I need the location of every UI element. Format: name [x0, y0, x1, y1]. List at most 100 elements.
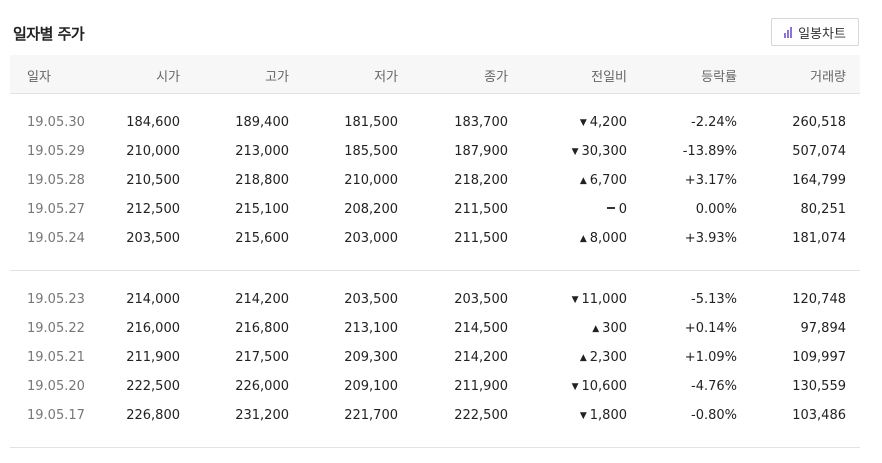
table-row: 19.05.22 216,000 216,800 213,100 214,500 ▲ 300…: [10, 315, 860, 344]
cell-low: 210,000: [344, 173, 398, 188]
cell-open: 216,000: [126, 321, 180, 336]
cell-rate: -5.13%: [691, 292, 737, 307]
table-row: 19.05.28 210,500 218,800 210,000 218,200 ▲ 6,7…: [10, 167, 860, 196]
cell-rate: -13.89%: [682, 144, 737, 159]
header-rate: 등락률: [701, 70, 737, 85]
cell-volume: 130,559: [792, 379, 846, 394]
panel-title: 일자별 주가: [13, 25, 85, 43]
table-row: 19.05.20 222,500 226,000 209,100 211,900 ▼ 10,…: [10, 373, 860, 402]
cell-open: 214,000: [126, 292, 180, 307]
cell-high: 226,000: [235, 379, 289, 394]
change-value: 30,300: [581, 144, 628, 159]
cell-rate: -0.80%: [691, 408, 737, 423]
cell-volume: 103,486: [792, 408, 846, 423]
cell-change: ▲ 2,300: [580, 350, 627, 365]
cell-open: 226,800: [126, 408, 180, 423]
cell-high: 189,400: [235, 115, 289, 130]
arrow-down-icon: ▼: [571, 382, 579, 392]
cell-high: 213,000: [235, 144, 289, 159]
change-value: 2,300: [589, 350, 627, 365]
cell-low: 209,300: [344, 350, 398, 365]
cell-date: 19.05.23: [27, 292, 85, 307]
cell-volume: 507,074: [792, 144, 846, 159]
arrow-down-icon: ▼: [571, 295, 579, 305]
change-value: 300: [602, 321, 627, 336]
cell-high: 214,200: [235, 292, 289, 307]
cell-close: 211,900: [454, 379, 508, 394]
cell-date: 19.05.17: [27, 408, 85, 423]
change-value: 0: [618, 202, 627, 217]
cell-open: 203,500: [126, 231, 180, 246]
arrow-up-icon: ▲: [579, 176, 587, 186]
cell-volume: 97,894: [800, 321, 847, 336]
header-open: 시가: [156, 70, 180, 85]
cell-low: 203,500: [344, 292, 398, 307]
cell-volume: 181,074: [792, 231, 846, 246]
cell-close: 214,200: [454, 350, 508, 365]
cell-open: 222,500: [126, 379, 180, 394]
cell-change: ▲ 8,000: [580, 231, 627, 246]
change-value: 11,000: [581, 292, 628, 307]
cell-date: 19.05.28: [27, 173, 85, 188]
cell-rate: -4.76%: [691, 379, 737, 394]
table-bottom-border: [10, 447, 860, 448]
cell-rate: +3.93%: [684, 231, 737, 246]
cell-change: ▼ 10,600: [572, 379, 627, 394]
table-row: 19.05.23 214,000 214,200 203,500 203,500 ▼ 11,…: [10, 286, 860, 315]
cell-rate: -2.24%: [691, 115, 737, 130]
arrow-up-icon: ▲: [579, 353, 587, 363]
arrow-down-icon: ▼: [579, 118, 587, 128]
change-value: 10,600: [581, 379, 628, 394]
cell-volume: 120,748: [792, 292, 846, 307]
cell-open: 210,500: [126, 173, 180, 188]
cell-change: ▼ 11,000: [572, 292, 627, 307]
cell-change: ▼ 30,300: [572, 144, 627, 159]
daily-price-panel: 일자별 주가 일봉차트 일자 시가 고가 저가 종가 전일비 등락률 거래량 1…: [0, 0, 882, 463]
table-row: 19.05.21 211,900 217,500 209,300 214,200 ▲ 2,3…: [10, 344, 860, 373]
header-close: 종가: [484, 70, 508, 85]
cell-low: 185,500: [344, 144, 398, 159]
cell-volume: 80,251: [800, 202, 847, 217]
cell-volume: 164,799: [792, 173, 846, 188]
change-value: 1,800: [589, 408, 627, 423]
cell-close: 183,700: [454, 115, 508, 130]
table-row: 19.05.17 226,800 231,200 221,700 222,500 ▼ 1,8…: [10, 402, 860, 431]
cell-close: 203,500: [454, 292, 508, 307]
change-value: 8,000: [589, 231, 627, 246]
cell-high: 216,800: [235, 321, 289, 336]
cell-date: 19.05.30: [27, 115, 85, 130]
arrow-up-icon: ▲: [592, 324, 600, 334]
cell-rate: +0.14%: [684, 321, 737, 336]
cell-high: 215,100: [235, 202, 289, 217]
cell-close: 214,500: [454, 321, 508, 336]
cell-low: 203,000: [344, 231, 398, 246]
header-change: 전일비: [591, 70, 627, 85]
cell-rate: +1.09%: [684, 350, 737, 365]
table-group-2: 19.05.23 214,000 214,200 203,500 203,500 ▼ 11,…: [10, 286, 860, 431]
cell-change: ▲ 6,700: [580, 173, 627, 188]
arrow-down-icon: ▼: [579, 411, 587, 421]
cell-open: 184,600: [126, 115, 180, 130]
table-row: 19.05.29 210,000 213,000 185,500 187,900 ▼ 30,…: [10, 138, 860, 167]
cell-high: 215,600: [235, 231, 289, 246]
cell-change: 0: [606, 202, 627, 217]
cell-low: 181,500: [344, 115, 398, 130]
cell-low: 209,100: [344, 379, 398, 394]
cell-low: 221,700: [344, 408, 398, 423]
cell-close: 187,900: [454, 144, 508, 159]
cell-rate: 0.00%: [695, 202, 737, 217]
table-row: 19.05.24 203,500 215,600 203,000 211,500 ▲ 8,0…: [10, 225, 860, 254]
arrow-down-icon: ▼: [571, 147, 579, 157]
change-value: 4,200: [589, 115, 627, 130]
cell-date: 19.05.22: [27, 321, 85, 336]
header-volume: 거래량: [810, 70, 846, 85]
cell-low: 213,100: [344, 321, 398, 336]
cell-date: 19.05.27: [27, 202, 85, 217]
table-header: 일자 시가 고가 저가 종가 전일비 등락률 거래량: [10, 55, 860, 94]
cell-volume: 260,518: [792, 115, 846, 130]
unchanged-dash-icon: [606, 207, 615, 209]
cell-open: 211,900: [126, 350, 180, 365]
daily-chart-button[interactable]: 일봉차트: [771, 18, 859, 46]
cell-high: 231,200: [235, 408, 289, 423]
cell-change: ▼ 4,200: [580, 115, 627, 130]
